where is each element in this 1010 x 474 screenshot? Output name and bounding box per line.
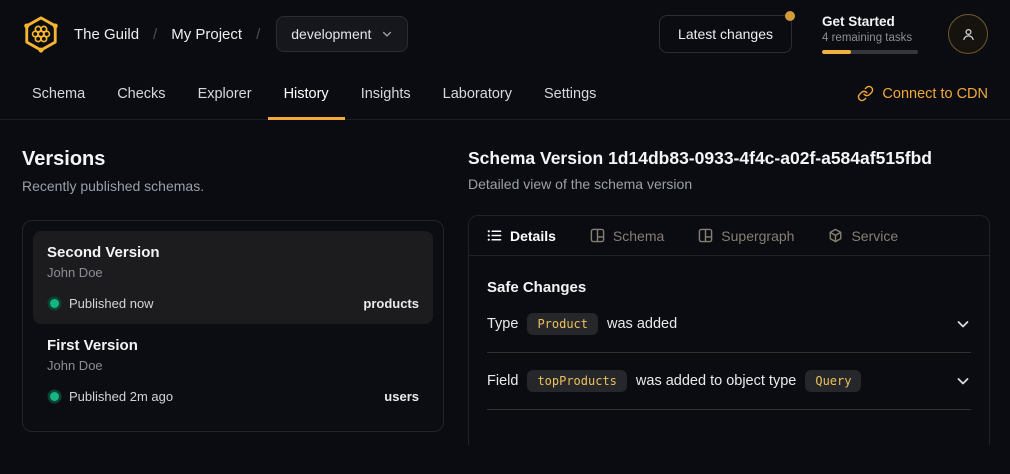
schema-version-subtitle: Detailed view of the schema version [468,176,990,192]
breadcrumb-org[interactable]: The Guild [74,26,139,43]
target-dropdown[interactable]: development [276,16,408,52]
tab-laboratory[interactable]: Laboratory [427,68,528,119]
get-started-title: Get Started [822,14,918,29]
latest-changes-button[interactable]: Latest changes [659,15,792,53]
cube-icon [828,228,843,243]
versions-list: Second Version John Doe Published now pr… [22,220,444,432]
safe-changes-title: Safe Changes [487,279,971,296]
versions-subtitle: Recently published schemas. [22,178,444,194]
change-text: was added [607,316,677,332]
user-icon [960,26,977,43]
columns-icon [590,228,605,243]
chevron-down-icon[interactable] [955,373,971,389]
get-started-widget[interactable]: Get Started 4 remaining tasks [822,14,918,54]
tab-details[interactable]: Details [487,228,556,244]
hive-logo-icon[interactable] [22,15,60,53]
breadcrumb-project[interactable]: My Project [171,26,242,43]
change-row-type-added[interactable]: Type Product was added [487,296,971,353]
version-service: products [363,296,419,311]
detail-content: Safe Changes Type Product was added Fiel… [469,279,989,410]
tab-service-label: Service [851,228,898,244]
chevron-down-icon [381,28,393,40]
header-right: Latest changes Get Started 4 remaining t… [659,14,988,54]
get-started-subtitle: 4 remaining tasks [822,32,918,44]
published-status-dot [50,392,59,401]
version-list-item-second[interactable]: Second Version John Doe Published now pr… [33,231,433,324]
version-service: users [384,389,419,404]
change-text: Type [487,316,518,332]
list-icon [487,228,502,243]
tab-schema-view[interactable]: Schema [590,228,664,244]
versions-column: Versions Recently published schemas. Sec… [22,148,444,445]
detail-tabs: Details Schema Supergraph [469,216,989,256]
tab-service[interactable]: Service [828,228,898,244]
version-status: Published 2m ago [69,389,173,404]
change-row-field-added[interactable]: Field topProducts was added to object ty… [487,353,971,410]
tab-schema[interactable]: Schema [16,68,101,119]
get-started-progress-fill [822,50,851,54]
code-chip: Product [527,313,598,335]
tab-settings[interactable]: Settings [528,68,612,119]
version-detail-column: Schema Version 1d14db83-0933-4f4c-a02f-a… [468,148,990,445]
project-nav: Schema Checks Explorer History Insights … [0,68,1010,120]
schema-version-title: Schema Version 1d14db83-0933-4f4c-a02f-a… [468,148,990,169]
code-chip: topProducts [527,370,626,392]
chevron-down-icon[interactable] [955,316,971,332]
tab-insights[interactable]: Insights [345,68,427,119]
connect-to-cdn-link[interactable]: Connect to CDN [851,68,994,119]
main-content: Versions Recently published schemas. Sec… [0,120,1010,445]
change-text: Field [487,373,518,389]
tab-schema-view-label: Schema [613,228,664,244]
tab-history[interactable]: History [268,68,345,119]
published-status-dot [50,299,59,308]
connect-to-cdn-label: Connect to CDN [882,86,988,102]
tab-supergraph-label: Supergraph [721,228,794,244]
columns-icon [698,228,713,243]
notification-dot [785,11,795,21]
tab-explorer[interactable]: Explorer [182,68,268,119]
code-chip: Query [805,370,861,392]
breadcrumb-separator: / [153,26,157,43]
version-status: Published now [69,296,154,311]
breadcrumb: The Guild / My Project / [74,26,260,43]
latest-changes-label: Latest changes [678,26,773,42]
app-header: The Guild / My Project / development Lat… [0,0,1010,68]
breadcrumb-separator: / [256,26,260,43]
version-author: John Doe [47,358,419,373]
version-title: First Version [47,337,419,354]
version-list-item-first[interactable]: First Version John Doe Published 2m ago … [33,324,433,417]
version-detail-panel: Details Schema Supergraph [468,215,990,445]
version-author: John Doe [47,265,419,280]
get-started-progressbar [822,50,918,54]
link-icon [857,85,874,102]
version-title: Second Version [47,244,419,261]
target-dropdown-value: development [291,26,371,42]
change-text: was added to object type [636,373,796,389]
tab-supergraph[interactable]: Supergraph [698,228,794,244]
user-avatar[interactable] [948,14,988,54]
tab-details-label: Details [510,228,556,244]
versions-title: Versions [22,148,444,171]
tab-checks[interactable]: Checks [101,68,181,119]
